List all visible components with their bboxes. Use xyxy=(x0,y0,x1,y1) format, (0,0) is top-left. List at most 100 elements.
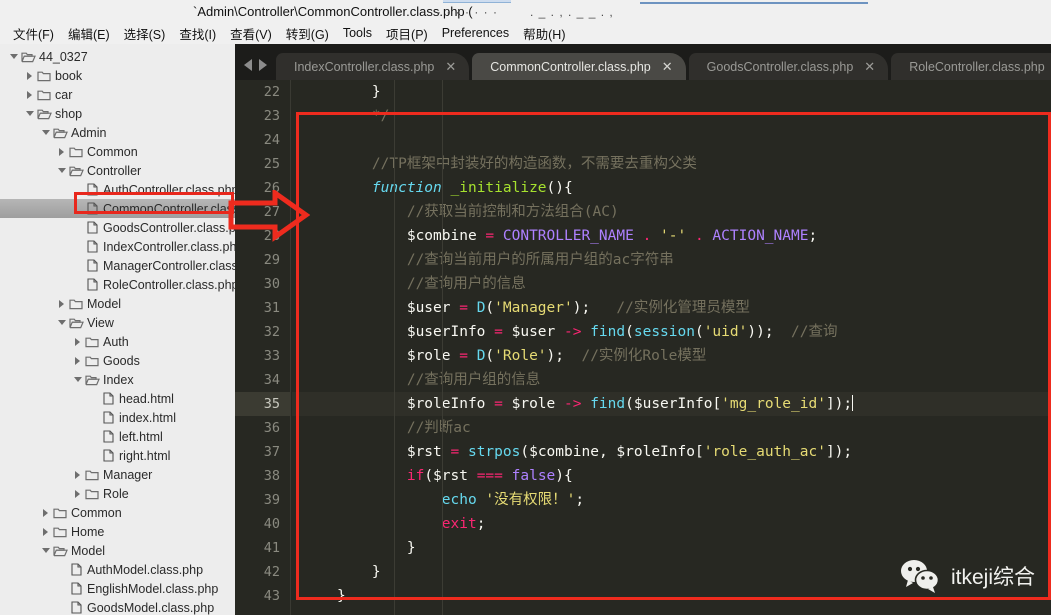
tree-folder-item[interactable]: Role xyxy=(0,484,235,503)
tree-file-item[interactable]: index.html xyxy=(0,408,235,427)
code-token: //查询 xyxy=(773,324,838,340)
editor-tab[interactable]: RoleController.class.php✕ xyxy=(891,53,1051,80)
menu-preferences[interactable]: Preferences xyxy=(435,24,516,42)
tree-folder-item[interactable]: Goods xyxy=(0,351,235,370)
chevron-right-icon[interactable] xyxy=(71,335,84,348)
code-line[interactable]: } xyxy=(292,560,1051,584)
tree-folder-item[interactable]: Controller xyxy=(0,161,235,180)
tree-folder-item[interactable]: book xyxy=(0,66,235,85)
chevron-right-icon[interactable] xyxy=(71,468,84,481)
chevron-right-icon[interactable] xyxy=(55,297,68,310)
chevron-down-icon[interactable] xyxy=(55,164,68,177)
tab-close-icon[interactable]: ✕ xyxy=(662,60,673,73)
code-pane[interactable]: 22 23 24 25 26 27 28 29 30 31 32 33 34 35 36 37 38 39 40 41… xyxy=(235,80,1051,615)
code-line[interactable]: $rst = strpos($combine, $roleInfo['role_… xyxy=(292,440,1051,464)
tab-next-arrow-icon[interactable] xyxy=(259,59,267,71)
tree-file-item[interactable]: head.html xyxy=(0,389,235,408)
chevron-right-icon[interactable] xyxy=(39,506,52,519)
tree-folder-item[interactable]: Model xyxy=(0,294,235,313)
menu-project[interactable]: 项目(P) xyxy=(379,22,435,45)
tree-file-item[interactable]: RoleController.class.php xyxy=(0,275,235,294)
code-line[interactable]: */ xyxy=(292,104,1051,128)
tree-folder-item[interactable]: Common xyxy=(0,503,235,522)
tab-prev-arrow-icon[interactable] xyxy=(244,59,252,71)
editor-tab[interactable]: GoodsController.class.php ✕ xyxy=(688,53,889,80)
chevron-right-icon[interactable] xyxy=(71,354,84,367)
code-line[interactable]: $user = D('Manager'); //实例化管理员模型 xyxy=(292,296,1051,320)
tree-file-item[interactable]: IndexController.class.php xyxy=(0,237,235,256)
folder-icon xyxy=(36,89,52,101)
tree-file-item[interactable]: left.html xyxy=(0,427,235,446)
tree-file-item[interactable]: right.html xyxy=(0,446,235,465)
tree-file-item[interactable]: CommonController.class.php xyxy=(0,199,235,218)
folder-icon xyxy=(84,336,100,348)
code-line[interactable]: } xyxy=(292,80,1051,104)
chevron-right-icon[interactable] xyxy=(55,145,68,158)
code-line[interactable] xyxy=(292,128,1051,152)
menu-file[interactable]: 文件(F) xyxy=(6,22,61,45)
tree-file-item[interactable]: GoodsModel.class.php xyxy=(0,598,235,615)
editor-tab[interactable]: IndexController.class.php ✕ xyxy=(276,53,470,80)
file-icon xyxy=(100,449,116,462)
code-line[interactable]: echo '没有权限！'; xyxy=(292,488,1051,512)
folder-open-icon xyxy=(52,127,68,139)
chevron-down-icon[interactable] xyxy=(23,107,36,120)
folder-open-icon xyxy=(52,545,68,557)
code-line[interactable]: function _initialize(){ xyxy=(292,176,1051,200)
tree-folder-item[interactable]: car xyxy=(0,85,235,104)
line-number: 40 xyxy=(263,516,280,532)
code-line[interactable]: //判断ac xyxy=(292,416,1051,440)
tree-folder-item[interactable]: Admin xyxy=(0,123,235,142)
sidebar-file-tree[interactable]: 44_0327 book car shop Admin Common Controller A… xyxy=(0,44,235,615)
tree-file-item[interactable]: EnglishModel.class.php xyxy=(0,579,235,598)
menu-goto[interactable]: 转到(G) xyxy=(279,22,336,45)
line-number: 36 xyxy=(263,420,280,436)
code-line[interactable]: } xyxy=(292,536,1051,560)
chevron-right-icon[interactable] xyxy=(39,525,52,538)
tree-folder-item[interactable]: Model xyxy=(0,541,235,560)
code-line[interactable]: //获取当前控制和方法组合(AC) xyxy=(292,200,1051,224)
menu-view[interactable]: 查看(V) xyxy=(223,22,279,45)
chevron-down-icon[interactable] xyxy=(71,373,84,386)
chevron-down-icon[interactable] xyxy=(55,316,68,329)
menu-edit[interactable]: 编辑(E) xyxy=(61,22,117,45)
code-line[interactable]: $userInfo = $user -> find(session('uid')… xyxy=(292,320,1051,344)
menu-selection[interactable]: 选择(S) xyxy=(117,22,173,45)
code-line[interactable]: $role = D('Role'); //实例化Role模型 xyxy=(292,344,1051,368)
code-line[interactable]: $roleInfo = $role -> find($userInfo['mg_… xyxy=(292,392,1051,416)
code-line[interactable]: //查询用户的信息 xyxy=(292,272,1051,296)
code-lines[interactable]: } */ //TP框架中封装好的构造函数，不需要去重构父类 function _… xyxy=(292,80,1051,615)
chevron-down-icon[interactable] xyxy=(7,50,20,63)
code-line[interactable]: //查询用户组的信息 xyxy=(292,368,1051,392)
tree-file-item[interactable]: ManagerController.class.php xyxy=(0,256,235,275)
tree-folder-item[interactable]: Home xyxy=(0,522,235,541)
tree-file-item[interactable]: AuthModel.class.php xyxy=(0,560,235,579)
tree-folder-item[interactable]: View xyxy=(0,313,235,332)
tab-close-icon[interactable]: ✕ xyxy=(445,60,456,73)
chevron-down-icon[interactable] xyxy=(39,126,52,139)
chevron-down-icon[interactable] xyxy=(39,544,52,557)
tree-folder-item[interactable]: Index xyxy=(0,370,235,389)
code-line[interactable]: $combine = CONTROLLER_NAME . '-' . ACTIO… xyxy=(292,224,1051,248)
menu-tools[interactable]: Tools xyxy=(336,24,379,42)
tab-close-icon[interactable]: ✕ xyxy=(864,60,875,73)
chevron-right-icon[interactable] xyxy=(23,69,36,82)
editor-tab[interactable]: CommonController.class.php ✕ xyxy=(472,53,686,80)
code-line[interactable]: if($rst === false){ xyxy=(292,464,1051,488)
tree-folder-item[interactable]: Common xyxy=(0,142,235,161)
chevron-right-icon[interactable] xyxy=(23,88,36,101)
code-line[interactable]: exit; xyxy=(292,512,1051,536)
code-line[interactable]: //TP框架中封装好的构造函数，不需要去重构父类 xyxy=(292,152,1051,176)
code-line[interactable]: } xyxy=(292,584,1051,608)
tree-file-item[interactable]: AuthController.class.php xyxy=(0,180,235,199)
tree-file-item[interactable]: GoodsController.class.php xyxy=(0,218,235,237)
menu-help[interactable]: 帮助(H) xyxy=(516,22,572,45)
menu-find[interactable]: 查找(I) xyxy=(172,22,223,45)
code-line[interactable]: //查询当前用户的所属用户组的ac字符串 xyxy=(292,248,1051,272)
tree-folder-item[interactable]: Auth xyxy=(0,332,235,351)
tree-folder-item[interactable]: shop xyxy=(0,104,235,123)
tree-folder-item[interactable]: Manager xyxy=(0,465,235,484)
tree-folder-item[interactable]: 44_0327 xyxy=(0,47,235,66)
code-token: $combine xyxy=(337,228,486,244)
chevron-right-icon[interactable] xyxy=(71,487,84,500)
